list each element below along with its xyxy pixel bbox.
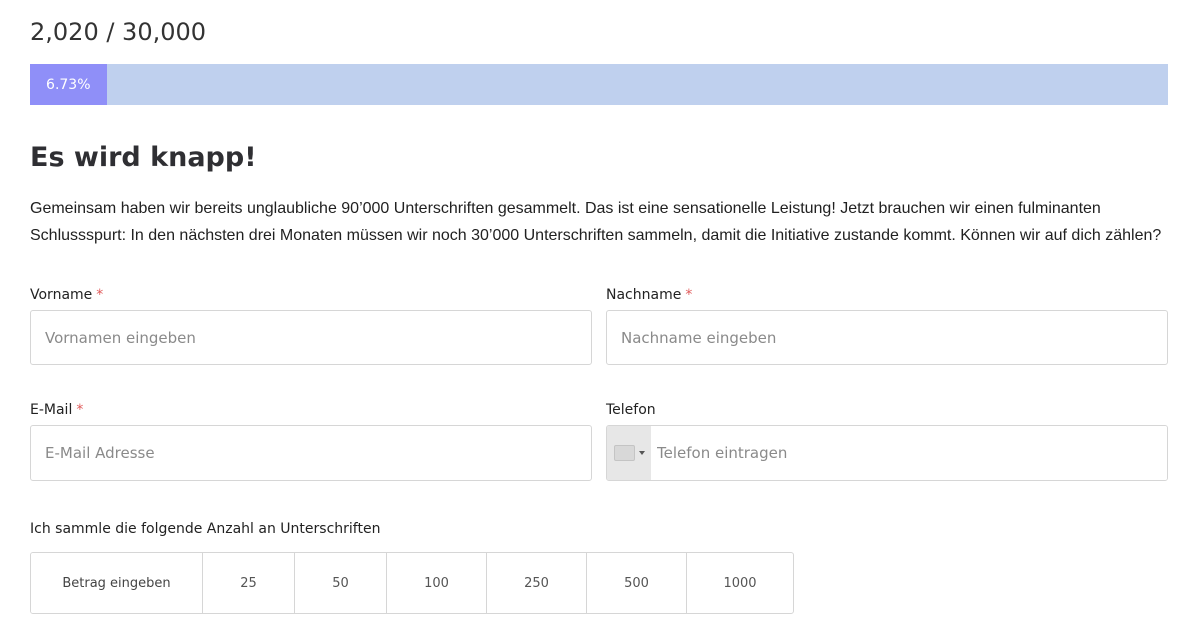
flag-icon (613, 445, 635, 461)
first-name-label-text: Vorname (30, 287, 93, 303)
amount-option-50[interactable]: 50 (295, 553, 387, 613)
first-name-label: Vorname * (30, 287, 103, 303)
email-label-text: E-Mail (30, 402, 73, 418)
last-name-label-text: Nachname (606, 287, 682, 303)
phone-input[interactable] (651, 426, 1167, 480)
amount-option-500[interactable]: 500 (587, 553, 687, 613)
required-marker: * (685, 287, 693, 303)
intro-text: Gemeinsam haben wir bereits unglaubliche… (30, 200, 1162, 244)
amount-option-250[interactable]: 250 (487, 553, 587, 613)
phone-field (606, 425, 1168, 481)
last-name-input[interactable] (606, 310, 1168, 365)
caret-down-icon (638, 451, 645, 455)
first-name-input[interactable] (30, 310, 592, 365)
amount-option-1000[interactable]: 1000 (687, 553, 793, 613)
signature-page: 2,020 / 30,000 6.73% Es wird knapp! Geme… (0, 0, 1200, 642)
country-code-select[interactable] (607, 426, 651, 480)
progress-fill: 6.73% (30, 64, 107, 105)
signature-counter: 2,020 / 30,000 (30, 18, 207, 46)
amount-option-25[interactable]: 25 (203, 553, 295, 613)
required-marker: * (96, 287, 104, 303)
signatures-label: Ich sammle die folgende Anzahl an Unters… (30, 521, 381, 537)
page-title: Es wird knapp! (30, 142, 257, 173)
required-marker: * (76, 402, 84, 418)
email-label: E-Mail * (30, 402, 83, 418)
signature-amount-group: 25 50 100 250 500 1000 (30, 552, 794, 614)
phone-label-text: Telefon (606, 402, 656, 418)
progress-bar: 6.73% (30, 64, 1168, 105)
email-input[interactable] (30, 425, 592, 481)
amount-option-100[interactable]: 100 (387, 553, 487, 613)
last-name-label: Nachname * (606, 287, 692, 303)
phone-label: Telefon (606, 402, 656, 418)
custom-amount-input[interactable] (31, 553, 203, 613)
progress-percent-label: 6.73% (46, 76, 91, 93)
